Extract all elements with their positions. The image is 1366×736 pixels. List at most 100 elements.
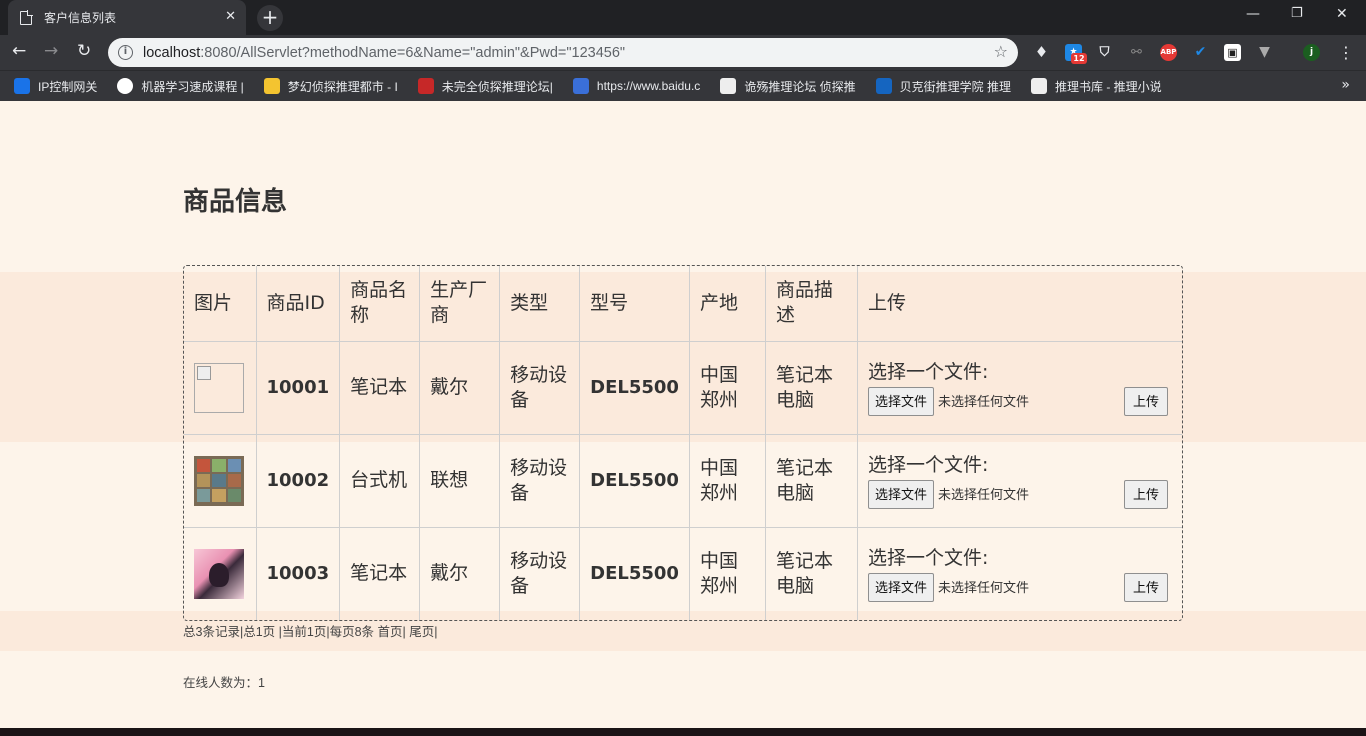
link-extension-icon[interactable]: ⚯ xyxy=(1128,44,1145,61)
choose-file-button[interactable]: 选择文件 xyxy=(867,386,934,416)
minimize-icon[interactable]: — xyxy=(1246,6,1260,22)
url-path: :8080/AllServlet?methodName=6&Name="admi… xyxy=(200,44,626,61)
broken-image-icon xyxy=(194,362,244,413)
bookmark-label: 诡殇推理论坛 侦探推 xyxy=(744,79,856,94)
bookmark-label: IP控制网关 xyxy=(38,79,98,94)
bookmark-label: 梦幻侦探推理都市 - I xyxy=(287,79,398,94)
upload-controls: 选择文件 未选择任何文件 上传 xyxy=(867,386,1172,416)
bookmarks-bar: IP控制网关 机器学习速成课程 | 梦幻侦探推理都市 - I 未完全侦探推理论坛… xyxy=(0,70,1366,101)
bookmark-item[interactable]: https://www.baidu.c xyxy=(572,78,701,94)
bookmark-item[interactable]: 机器学习速成课程 | xyxy=(117,78,244,95)
vue-extension-icon[interactable]: ▼ xyxy=(1256,44,1273,61)
column-header: 上传 xyxy=(856,266,1182,342)
url-text[interactable]: localhost:8080/AllServlet?methodName=6&N… xyxy=(143,45,625,61)
bookmarks-overflow-icon[interactable]: » xyxy=(1341,77,1350,93)
product-name: 笔记本 xyxy=(339,340,421,435)
upload-button[interactable]: 上传 xyxy=(1123,479,1168,509)
file-status: 未选择任何文件 xyxy=(937,579,1029,595)
new-tab-button[interactable]: + xyxy=(257,5,283,31)
upload-cell: 选择一个文件: 选择文件 未选择任何文件 上传 xyxy=(856,526,1182,620)
upload-controls: 选择文件 未选择任何文件 上传 xyxy=(867,572,1172,602)
product-description: 笔记本电脑 xyxy=(764,433,858,528)
bookmark-item[interactable]: 推理书库 - 推理小说 xyxy=(1031,78,1162,95)
product-thumbnail xyxy=(194,455,244,506)
upload-cell: 选择一个文件: 选择文件 未选择任何文件 上传 xyxy=(856,340,1182,435)
bookmark-favicon xyxy=(263,78,280,94)
product-model: DEL5500 xyxy=(579,526,690,620)
pagination[interactable]: 总3条记录|总1页 |当前1页|每页8条 首页| 尾页| xyxy=(183,621,437,640)
file-status: 未选择任何文件 xyxy=(937,393,1029,409)
product-type: 移动设备 xyxy=(499,433,581,528)
browser-toolbar: ← → ↻ i localhost:8080/AllServlet?method… xyxy=(0,35,1366,70)
product-maker: 联想 xyxy=(419,433,501,528)
product-model: DEL5500 xyxy=(579,433,690,528)
page-content: 商品信息 图片 商品ID 商品名称 生产厂商 类型 型号 产地 商品描述 上传 … xyxy=(0,101,1366,728)
bookmark-item[interactable]: 诡殇推理论坛 侦探推 xyxy=(720,78,856,95)
adblock-icon[interactable]: ABP xyxy=(1160,44,1177,61)
upload-label: 选择一个文件: xyxy=(867,360,989,383)
bookmark-label: https://www.baidu.c xyxy=(596,79,701,93)
tab-strip: 客户信息列表 ✕ + — ❐ ✕ xyxy=(0,0,1366,35)
upload-cell: 选择一个文件: 选择文件 未选择任何文件 上传 xyxy=(856,433,1182,528)
reload-icon[interactable]: ↻ xyxy=(77,41,91,61)
choose-file-button[interactable]: 选择文件 xyxy=(867,479,934,509)
bookmark-favicon xyxy=(1031,78,1047,94)
product-origin: 中国郑州 xyxy=(688,526,766,620)
choose-file-button[interactable]: 选择文件 xyxy=(867,572,934,602)
bookmark-item[interactable]: 未完全侦探推理论坛| xyxy=(417,78,553,95)
column-header: 商品ID xyxy=(255,266,341,342)
restore-icon[interactable]: ❐ xyxy=(1291,6,1303,21)
product-type: 移动设备 xyxy=(499,526,581,620)
back-icon[interactable]: ← xyxy=(12,41,26,61)
bookmark-star-icon[interactable]: ☆ xyxy=(994,42,1008,61)
tab-active[interactable]: 客户信息列表 ✕ xyxy=(8,0,246,35)
bookmark-favicon xyxy=(14,78,30,94)
shield-extension-icon[interactable]: ⛉ xyxy=(1096,44,1113,61)
product-model: DEL5500 xyxy=(579,340,690,435)
file-status: 未选择任何文件 xyxy=(937,486,1029,502)
product-table: 图片 商品ID 商品名称 生产厂商 类型 型号 产地 商品描述 上传 10001… xyxy=(183,265,1183,621)
bookmark-label: 推理书库 - 推理小说 xyxy=(1055,79,1162,94)
table-row: 10001 笔记本 戴尔 移动设备 DEL5500 中国郑州 笔记本电脑 选择一… xyxy=(184,340,1182,435)
check-extension-icon[interactable]: ✔ xyxy=(1192,44,1209,61)
image-cell xyxy=(184,340,257,435)
product-id: 10001 xyxy=(255,340,341,435)
screenshot-extension-icon[interactable]: ▣ xyxy=(1224,44,1241,61)
column-header: 型号 xyxy=(579,266,690,342)
extension-badge: 12 xyxy=(1071,53,1087,64)
menu-icon[interactable]: ⋮ xyxy=(1338,43,1354,62)
url-host: localhost xyxy=(143,44,201,61)
tab-title: 客户信息列表 xyxy=(44,11,117,25)
close-tab-icon[interactable]: ✕ xyxy=(225,9,236,24)
gem-extension-icon[interactable]: ♦ xyxy=(1033,44,1050,61)
document-icon xyxy=(20,10,33,25)
column-header: 商品描述 xyxy=(764,266,858,342)
column-header: 图片 xyxy=(184,266,257,342)
forward-icon[interactable]: → xyxy=(44,41,58,61)
product-name: 笔记本 xyxy=(339,526,421,620)
address-bar[interactable]: i localhost:8080/AllServlet?methodName=6… xyxy=(108,38,1018,67)
bookmark-favicon xyxy=(875,78,892,94)
page-title: 商品信息 xyxy=(183,187,288,217)
window-close-icon[interactable]: ✕ xyxy=(1336,6,1348,22)
upload-label: 选择一个文件: xyxy=(867,453,989,476)
table-row: 10003 笔记本 戴尔 移动设备 DEL5500 中国郑州 笔记本电脑 选择一… xyxy=(184,526,1182,620)
bookmark-item[interactable]: 贝克街推理学院 推理 xyxy=(875,78,1011,95)
upload-button[interactable]: 上传 xyxy=(1123,386,1168,416)
bookmark-label: 贝克街推理学院 推理 xyxy=(899,79,1011,94)
product-description: 笔记本电脑 xyxy=(764,526,858,620)
profile-avatar[interactable]: j xyxy=(1303,44,1320,61)
bookmark-item[interactable]: IP控制网关 xyxy=(14,78,97,95)
product-origin: 中国郑州 xyxy=(688,433,766,528)
bookmark-item[interactable]: 梦幻侦探推理都市 - I xyxy=(263,78,398,95)
bookmark-favicon xyxy=(117,78,134,94)
column-header: 产地 xyxy=(688,266,766,342)
site-info-icon[interactable]: i xyxy=(118,45,133,60)
product-maker: 戴尔 xyxy=(419,526,501,620)
product-origin: 中国郑州 xyxy=(688,340,766,435)
product-name: 台式机 xyxy=(339,433,421,528)
bookmark-favicon xyxy=(720,78,737,94)
bookmark-favicon xyxy=(417,78,434,94)
column-header: 商品名称 xyxy=(339,266,421,342)
upload-button[interactable]: 上传 xyxy=(1123,572,1168,602)
